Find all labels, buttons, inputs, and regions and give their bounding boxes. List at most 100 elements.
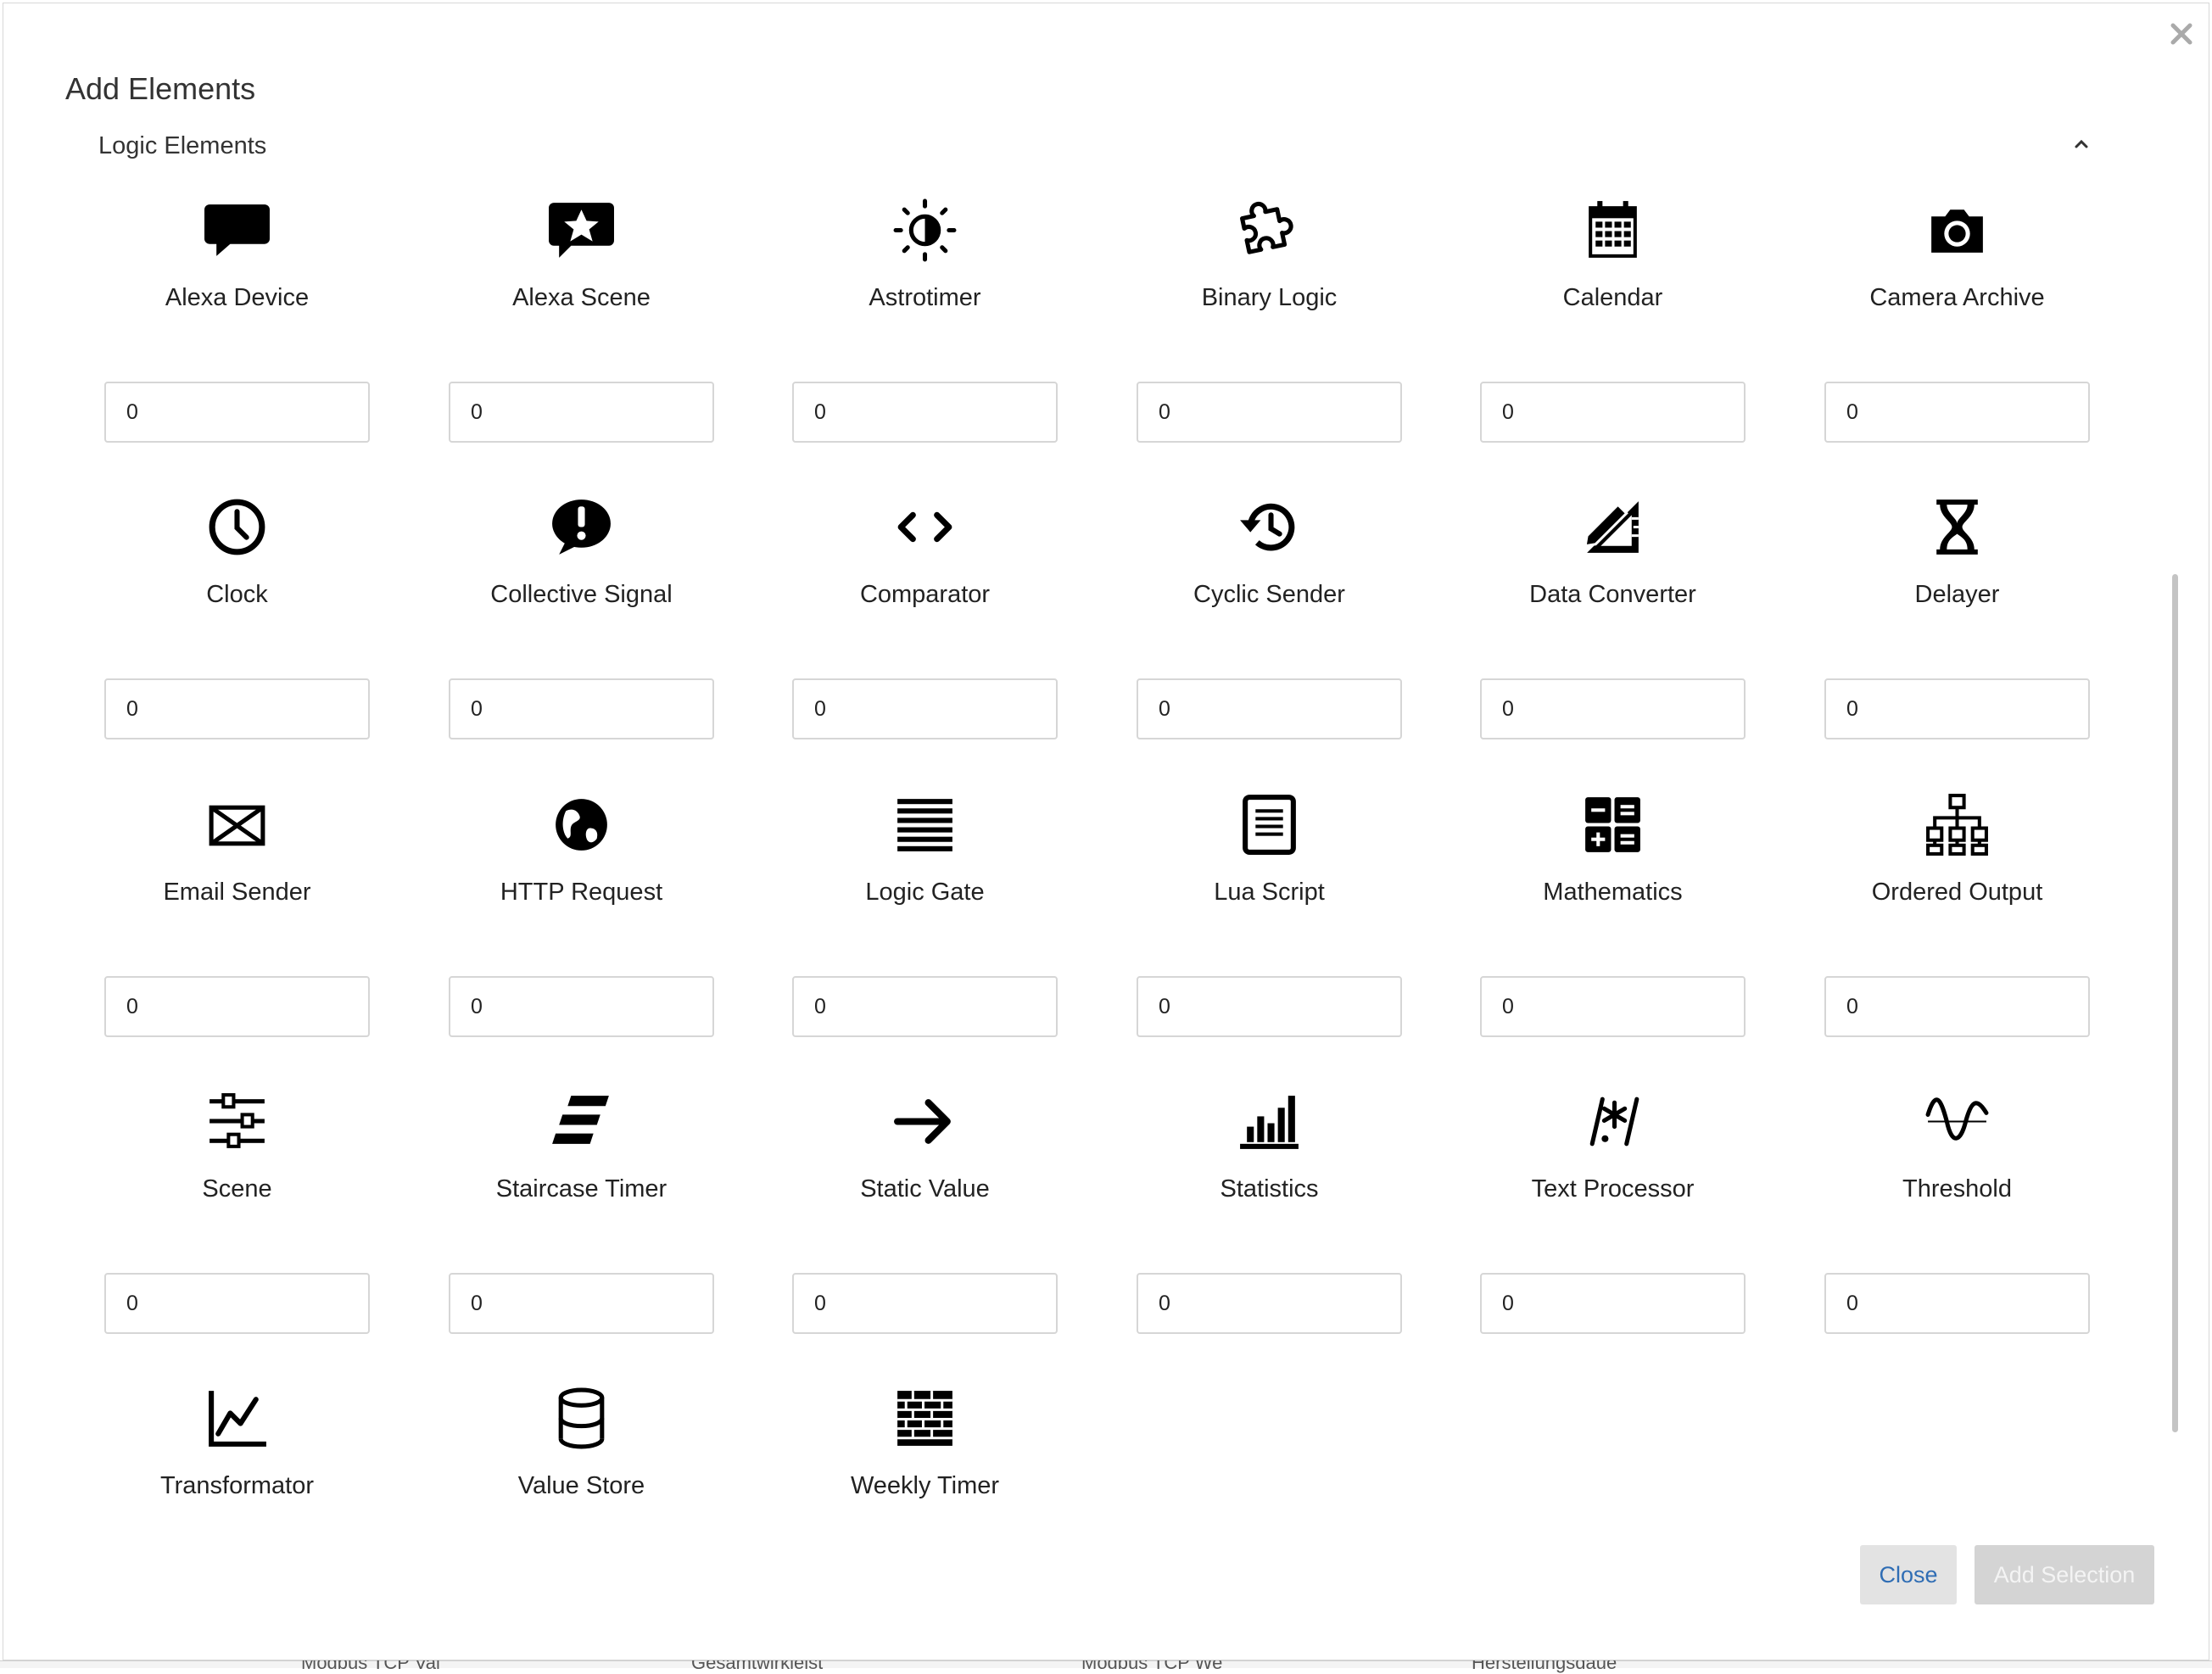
element-label: Static Value <box>860 1175 990 1202</box>
element-card[interactable]: Logic Gate <box>753 790 1097 1037</box>
envelope-icon <box>203 790 271 859</box>
bar-chart-icon <box>1235 1087 1304 1156</box>
quantity-input[interactable] <box>792 382 1058 443</box>
quantity-input[interactable] <box>1480 1273 1746 1334</box>
element-card[interactable]: Staircase Timer <box>410 1087 753 1334</box>
element-card[interactable]: Scene <box>65 1087 409 1334</box>
quantity-input[interactable] <box>104 976 370 1037</box>
element-card[interactable]: Camera Archive <box>1785 196 2129 443</box>
quantity-input[interactable] <box>449 1273 714 1334</box>
element-label: Scene <box>202 1175 272 1202</box>
quantity-input[interactable] <box>1824 976 2090 1037</box>
close-icon[interactable] <box>2166 19 2197 49</box>
wave-icon <box>1923 1087 1991 1156</box>
sun-icon <box>891 196 959 265</box>
close-button[interactable]: Close <box>1860 1545 1957 1604</box>
element-card[interactable]: Alexa Device <box>65 196 409 443</box>
history-icon <box>1235 493 1304 561</box>
quantity-input[interactable] <box>1480 382 1746 443</box>
element-label: Logic Gate <box>865 879 985 906</box>
element-card[interactable]: Weekly Timer <box>753 1384 1097 1579</box>
element-label: Cyclic Sender <box>1193 581 1345 608</box>
quantity-input[interactable] <box>1137 382 1402 443</box>
lines-icon <box>891 790 959 859</box>
sitemap-icon <box>1923 790 1991 859</box>
element-label: Threshold <box>1902 1175 2012 1202</box>
element-label: Collective Signal <box>490 581 673 608</box>
element-card[interactable]: Text Processor <box>1441 1087 1785 1334</box>
regex-icon <box>1578 1087 1647 1156</box>
element-label: Transformator <box>159 1472 315 1499</box>
quantity-input[interactable] <box>1824 382 2090 443</box>
element-label: Clock <box>206 581 268 608</box>
stairs-icon <box>547 1087 616 1156</box>
element-card[interactable]: Value Store <box>410 1384 753 1579</box>
element-card[interactable]: Transformator <box>65 1384 409 1579</box>
quantity-input[interactable] <box>449 678 714 739</box>
quantity-input[interactable] <box>449 382 714 443</box>
element-card[interactable]: Statistics <box>1098 1087 1441 1334</box>
element-card[interactable]: Ordered Output <box>1785 790 2129 1037</box>
element-card[interactable]: Comparator <box>753 493 1097 739</box>
element-label: Lua Script <box>1214 879 1325 906</box>
arrow-right-icon <box>891 1087 959 1156</box>
dialog-title: Add Elements <box>65 71 256 106</box>
element-card[interactable]: Calendar <box>1441 196 1785 443</box>
element-card[interactable]: Static Value <box>753 1087 1097 1334</box>
section-title: Logic Elements <box>98 132 267 159</box>
element-label: HTTP Request <box>500 879 663 906</box>
quantity-input[interactable] <box>1137 1273 1402 1334</box>
pencil-ruler-icon <box>1578 493 1647 561</box>
element-label: Camera Archive <box>1869 284 2045 311</box>
quantity-input[interactable] <box>1824 1273 2090 1334</box>
element-card[interactable]: Data Converter <box>1441 493 1785 739</box>
chevron-up-icon[interactable] <box>2072 135 2091 153</box>
calculator-icon <box>1578 790 1647 859</box>
quantity-input[interactable] <box>792 1273 1058 1334</box>
quantity-input[interactable] <box>1137 678 1402 739</box>
element-label: Calendar <box>1562 284 1663 311</box>
element-label: Value Store <box>517 1472 645 1499</box>
brick-wall-icon <box>891 1384 959 1453</box>
speech-bubble-icon <box>203 196 271 265</box>
element-card[interactable]: Threshold <box>1785 1087 2129 1334</box>
quantity-input[interactable] <box>792 678 1058 739</box>
element-label: Binary Logic <box>1201 284 1338 311</box>
element-label: Text Processor <box>1531 1175 1695 1202</box>
star-bubble-icon <box>547 196 616 265</box>
element-card[interactable]: Mathematics <box>1441 790 1785 1037</box>
camera-icon <box>1923 196 1991 265</box>
element-card[interactable]: Alexa Scene <box>410 196 753 443</box>
element-card[interactable]: Lua Script <box>1098 790 1441 1037</box>
element-label: Astrotimer <box>869 284 981 311</box>
hourglass-icon <box>1923 493 1991 561</box>
database-icon <box>547 1384 616 1453</box>
element-label: Weekly Timer <box>850 1472 1000 1499</box>
element-card[interactable]: Binary Logic <box>1098 196 1441 443</box>
element-card[interactable]: Cyclic Sender <box>1098 493 1441 739</box>
element-label: Staircase Timer <box>495 1175 668 1202</box>
quantity-input[interactable] <box>104 382 370 443</box>
exclamation-bubble-icon <box>547 493 616 561</box>
add-selection-button[interactable]: Add Selection <box>1975 1545 2154 1604</box>
quantity-input[interactable] <box>104 678 370 739</box>
globe-icon <box>547 790 616 859</box>
element-label: Ordered Output <box>1871 879 2043 906</box>
element-card[interactable]: Email Sender <box>65 790 409 1037</box>
scrollbar[interactable] <box>2172 574 2178 1432</box>
quantity-input[interactable] <box>104 1273 370 1334</box>
element-card[interactable]: Delayer <box>1785 493 2129 739</box>
sliders-icon <box>203 1087 271 1156</box>
quantity-input[interactable] <box>1480 976 1746 1037</box>
quantity-input[interactable] <box>1824 678 2090 739</box>
element-card[interactable]: HTTP Request <box>410 790 753 1037</box>
element-label: Comparator <box>859 581 991 608</box>
quantity-input[interactable] <box>1480 678 1746 739</box>
quantity-input[interactable] <box>1137 976 1402 1037</box>
quantity-input[interactable] <box>449 976 714 1037</box>
quantity-input[interactable] <box>792 976 1058 1037</box>
element-card[interactable]: Collective Signal <box>410 493 753 739</box>
element-card[interactable]: Clock <box>65 493 409 739</box>
element-card[interactable]: Astrotimer <box>753 196 1097 443</box>
element-label: Delayer <box>1914 581 2000 608</box>
